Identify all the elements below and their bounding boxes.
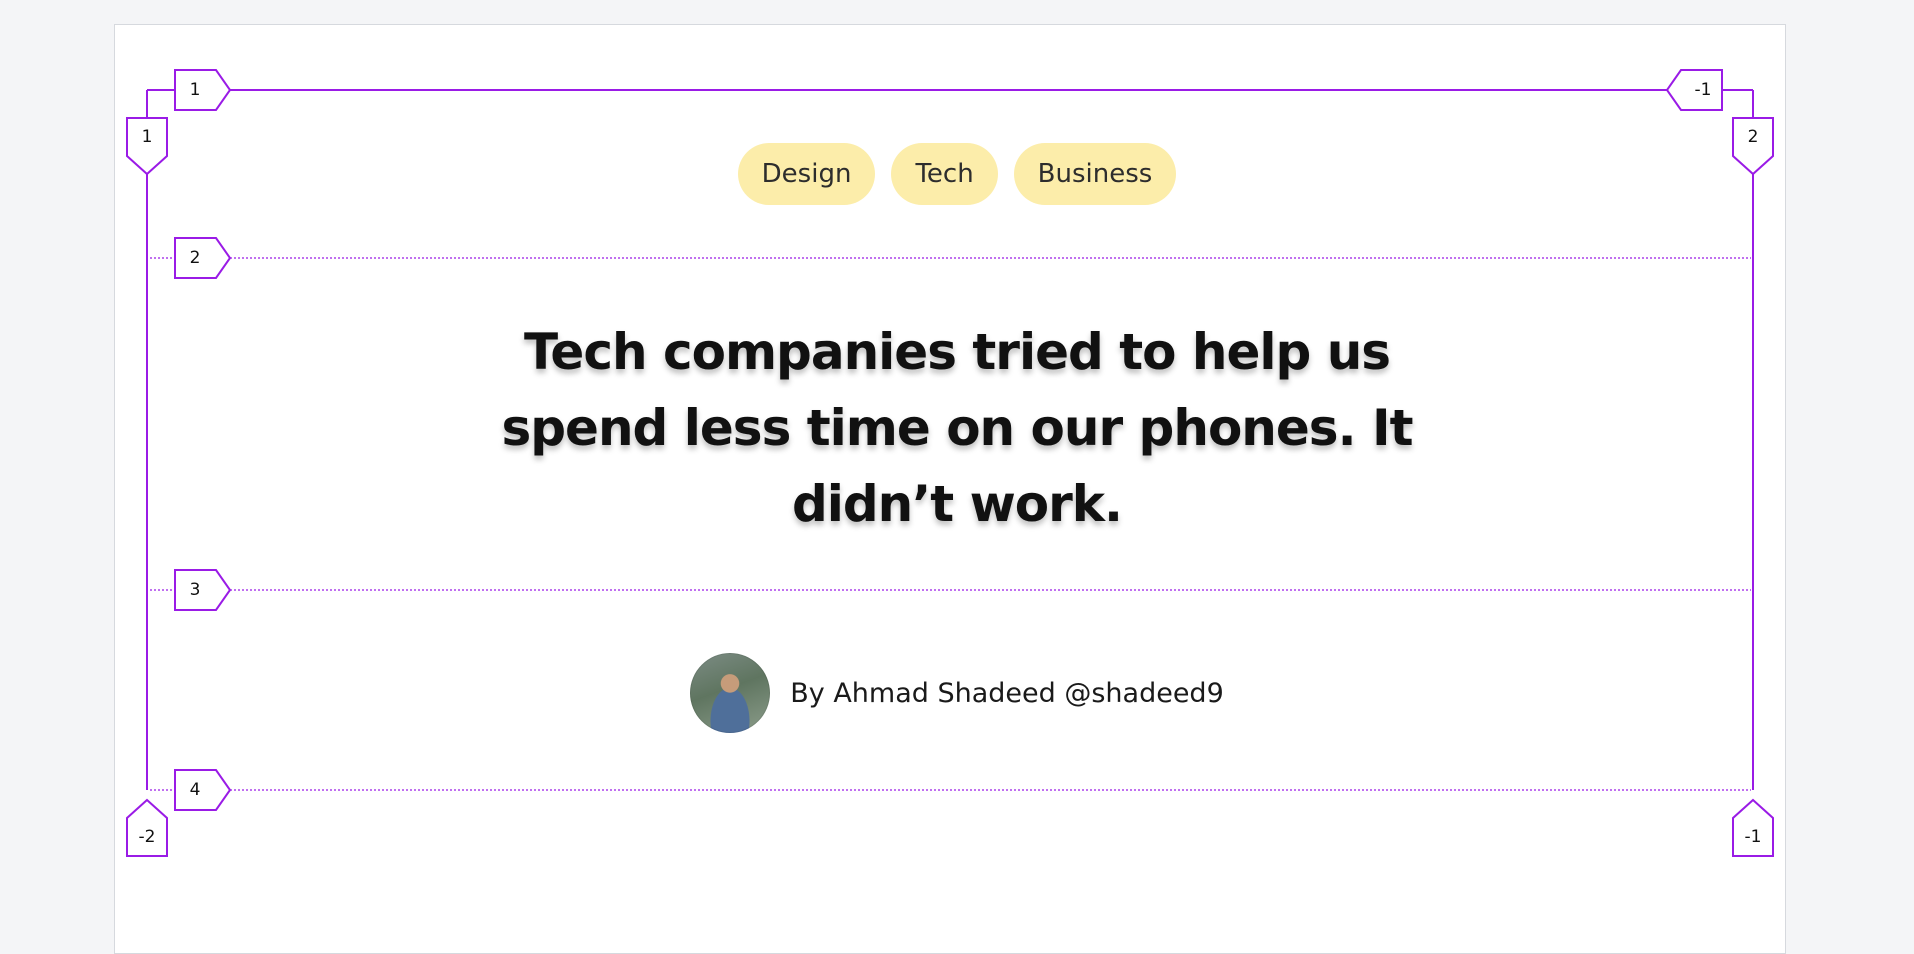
author-avatar — [690, 653, 771, 733]
author-byline: By Ahmad Shadeed @shadeed9 — [790, 677, 1224, 709]
tag-business[interactable]: Business — [1013, 143, 1177, 205]
author-row: By Ahmad Shadeed @shadeed9 — [0, 653, 1914, 733]
tag-tech[interactable]: Tech — [891, 143, 998, 205]
tag-design[interactable]: Design — [737, 143, 876, 205]
tag-list: Design Tech Business — [0, 143, 1914, 205]
article-headline: Tech companies tried to help us spend le… — [501, 323, 1414, 533]
